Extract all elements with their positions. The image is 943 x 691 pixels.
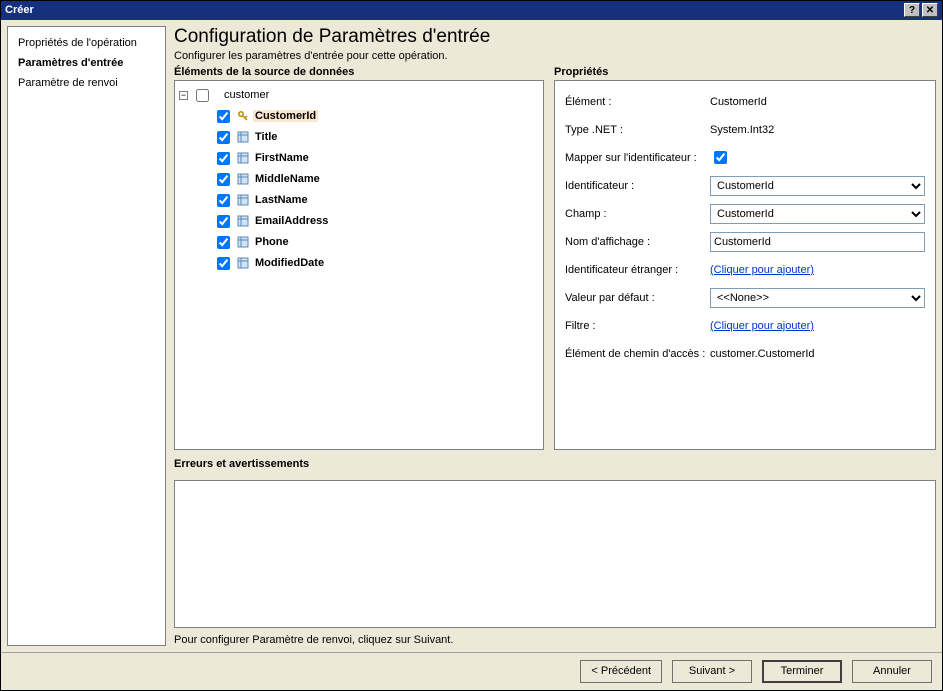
map-to-identifier-checkbox[interactable]	[714, 151, 727, 164]
column-icon	[237, 152, 249, 164]
column-icon	[237, 257, 249, 269]
tree-item-checkbox[interactable]	[217, 110, 230, 123]
prop-label: Élément :	[565, 96, 710, 108]
tree-item-checkbox[interactable]	[217, 257, 230, 270]
prop-label: Mapper sur l'identificateur :	[565, 152, 710, 164]
sidebar-item-label: Paramètres d'entrée	[18, 57, 123, 69]
identifier-select[interactable]: CustomerId	[710, 176, 925, 196]
close-button[interactable]: ✕	[922, 3, 938, 17]
default-value-select[interactable]: <<None>>	[710, 288, 925, 308]
prop-row-field: Champ : CustomerId	[565, 201, 925, 227]
sidebar-item-operation-properties[interactable]: Propriétés de l'opération	[12, 33, 161, 53]
footer: < Précédent Suivant > Terminer Annuler	[1, 652, 942, 690]
tree-children: CustomerId Title	[213, 106, 539, 274]
tree-item-lastname[interactable]: LastName	[213, 190, 539, 211]
titlebar: Créer ? ✕	[1, 1, 942, 20]
page-title: Configuration de Paramètres d'entrée	[174, 26, 936, 48]
tree-root-label: customer	[222, 89, 271, 101]
main-panel: Configuration de Paramètres d'entrée Con…	[166, 26, 936, 646]
key-icon	[237, 110, 249, 122]
tree-header: Éléments de la source de données	[174, 66, 544, 78]
prop-value-net-type: System.Int32	[710, 124, 774, 136]
tree-root[interactable]: − customer	[179, 85, 539, 106]
sidebar-item-return-parameter[interactable]: Paramètre de renvoi	[12, 73, 161, 93]
errors-header: Erreurs et avertissements	[174, 458, 936, 470]
tree-item-label: CustomerId	[253, 110, 318, 122]
sidebar-item-label: Propriétés de l'opération	[18, 37, 137, 49]
window-title: Créer	[5, 4, 904, 16]
tree-item-modifieddate[interactable]: ModifiedDate	[213, 253, 539, 274]
tree-item-phone[interactable]: Phone	[213, 232, 539, 253]
prop-row-access-path: Élément de chemin d'accès : customer.Cus…	[565, 341, 925, 367]
prop-row-default-value: Valeur par défaut : <<None>>	[565, 285, 925, 311]
column-icon	[237, 173, 249, 185]
page-subtitle: Configurer les paramètres d'entrée pour …	[174, 50, 936, 62]
tree-item-label: Title	[253, 131, 279, 143]
foreign-identifier-link[interactable]: (Cliquer pour ajouter)	[710, 264, 814, 276]
field-select[interactable]: CustomerId	[710, 204, 925, 224]
content-area: Propriétés de l'opération Paramètres d'e…	[1, 20, 942, 652]
prop-row-display-name: Nom d'affichage :	[565, 229, 925, 255]
errors-panel	[174, 480, 936, 628]
tree-item-emailaddress[interactable]: EmailAddress	[213, 211, 539, 232]
help-button[interactable]: ?	[904, 3, 920, 17]
columns: Éléments de la source de données − custo…	[174, 66, 936, 450]
tree-item-label: ModifiedDate	[253, 257, 326, 269]
display-name-input[interactable]	[710, 232, 925, 252]
prop-row-net-type: Type .NET : System.Int32	[565, 117, 925, 143]
prop-row-identifier: Identificateur : CustomerId	[565, 173, 925, 199]
properties-header: Propriétés	[554, 66, 936, 78]
column-icon	[237, 236, 249, 248]
prop-label: Filtre :	[565, 320, 710, 332]
properties-panel: Élément : CustomerId Type .NET : System.…	[554, 80, 936, 450]
prop-label: Identificateur :	[565, 180, 710, 192]
tree-column: Éléments de la source de données − custo…	[174, 66, 544, 450]
prop-label: Identificateur étranger :	[565, 264, 710, 276]
tree-item-checkbox[interactable]	[217, 215, 230, 228]
prop-label: Valeur par défaut :	[565, 292, 710, 304]
data-source-tree[interactable]: − customer CustomerId	[174, 80, 544, 450]
tree-item-checkbox[interactable]	[217, 236, 230, 249]
prop-label: Type .NET :	[565, 124, 710, 136]
tree-item-checkbox[interactable]	[217, 152, 230, 165]
dialog-window: Créer ? ✕ Propriétés de l'opération Para…	[0, 0, 943, 691]
titlebar-buttons: ? ✕	[904, 3, 938, 17]
tree-item-customerid[interactable]: CustomerId	[213, 106, 539, 127]
sidebar-item-input-parameters[interactable]: Paramètres d'entrée	[12, 53, 161, 73]
prop-row-foreign-identifier: Identificateur étranger : (Cliquer pour …	[565, 257, 925, 283]
tree-item-label: FirstName	[253, 152, 311, 164]
tree-item-title[interactable]: Title	[213, 127, 539, 148]
tree-item-checkbox[interactable]	[217, 131, 230, 144]
tree-root-checkbox[interactable]	[196, 89, 209, 102]
tree-item-label: LastName	[253, 194, 310, 206]
column-icon	[237, 194, 249, 206]
prop-row-filter: Filtre : (Cliquer pour ajouter)	[565, 313, 925, 339]
prop-value-element: CustomerId	[710, 96, 767, 108]
expand-collapse-icon[interactable]: −	[179, 91, 188, 100]
cancel-button[interactable]: Annuler	[852, 660, 932, 683]
tree-item-label: Phone	[253, 236, 291, 248]
properties-column: Propriétés Élément : CustomerId Type .NE…	[554, 66, 936, 450]
tree-item-firstname[interactable]: FirstName	[213, 148, 539, 169]
finish-button[interactable]: Terminer	[762, 660, 842, 683]
sidebar-item-label: Paramètre de renvoi	[18, 77, 118, 89]
column-icon	[237, 131, 249, 143]
tree-item-checkbox[interactable]	[217, 194, 230, 207]
tree-item-label: EmailAddress	[253, 215, 330, 227]
prop-value-access-path: customer.CustomerId	[710, 348, 815, 360]
prop-row-map-to-identifier: Mapper sur l'identificateur :	[565, 145, 925, 171]
prop-label: Champ :	[565, 208, 710, 220]
column-icon	[237, 215, 249, 227]
hint-text: Pour configurer Paramètre de renvoi, cli…	[174, 634, 936, 646]
tree-item-label: MiddleName	[253, 173, 322, 185]
prop-row-element: Élément : CustomerId	[565, 89, 925, 115]
tree-item-middlename[interactable]: MiddleName	[213, 169, 539, 190]
prop-label: Élément de chemin d'accès :	[565, 348, 710, 360]
prop-label: Nom d'affichage :	[565, 236, 710, 248]
sidebar: Propriétés de l'opération Paramètres d'e…	[7, 26, 166, 646]
back-button[interactable]: < Précédent	[580, 660, 662, 683]
next-button[interactable]: Suivant >	[672, 660, 752, 683]
tree-item-checkbox[interactable]	[217, 173, 230, 186]
filter-link[interactable]: (Cliquer pour ajouter)	[710, 320, 814, 332]
